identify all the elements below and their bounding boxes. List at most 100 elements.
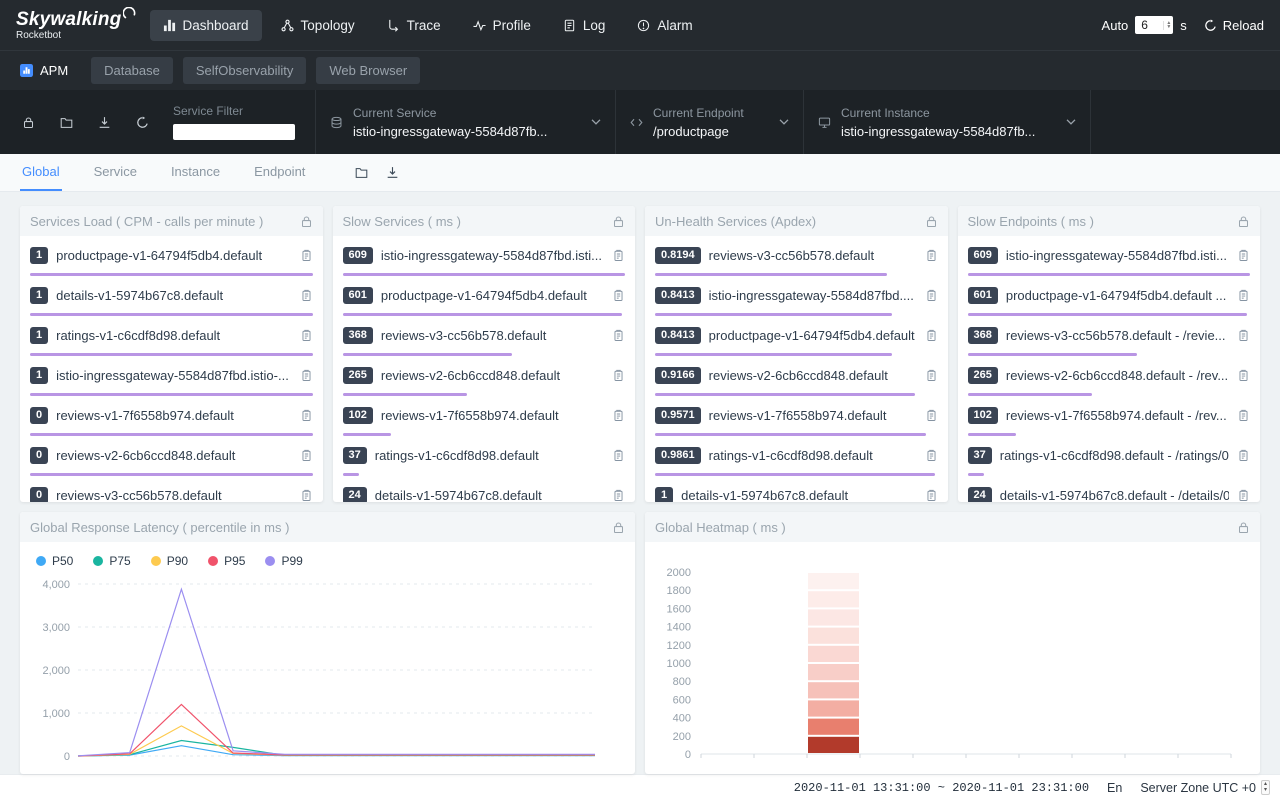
zone-stepper-icon[interactable]: ▴▾ — [1261, 780, 1270, 795]
scope-tab-global[interactable]: Global — [20, 154, 62, 191]
legend-p90[interactable]: P90 — [151, 554, 188, 568]
rank-item[interactable]: 609istio-ingressgateway-5584d87fbd.isti.… — [333, 236, 636, 276]
legend-p99[interactable]: P99 — [265, 554, 302, 568]
time-range-picker[interactable]: 2020-11-01 13:31:00 ~ 2020-11-01 23:31:0… — [794, 781, 1089, 795]
rank-item[interactable]: 0.9571reviews-v1-7f6558b974.default — [645, 396, 948, 436]
rank-item[interactable]: 368reviews-v3-cc56b578.default — [333, 316, 636, 356]
copy-icon[interactable] — [612, 409, 625, 422]
scope-tab-instance[interactable]: Instance — [169, 154, 222, 191]
rank-item[interactable]: 0reviews-v3-cc56b578.default — [20, 476, 323, 502]
rank-item[interactable]: 601productpage-v1-64794f5db4.default ... — [958, 276, 1261, 316]
lock-icon[interactable] — [1237, 521, 1250, 534]
copy-icon[interactable] — [300, 249, 313, 262]
rank-item[interactable]: 102reviews-v1-7f6558b974.default — [333, 396, 636, 436]
copy-icon[interactable] — [300, 369, 313, 382]
rank-item[interactable]: 0.9166reviews-v2-6cb6ccd848.default — [645, 356, 948, 396]
nav-item-log[interactable]: Log — [550, 10, 619, 41]
copy-icon[interactable] — [1237, 249, 1250, 262]
auto-refresh-input[interactable]: 6 ▲▼ — [1135, 16, 1173, 34]
nav-item-alarm[interactable]: Alarm — [624, 10, 705, 41]
scope-tab-service[interactable]: Service — [92, 154, 139, 191]
copy-icon[interactable] — [1237, 449, 1250, 462]
copy-icon[interactable] — [1237, 369, 1250, 382]
card-header: Slow Services ( ms ) — [333, 206, 636, 236]
legend-p95[interactable]: P95 — [208, 554, 245, 568]
rank-item[interactable]: 609istio-ingressgateway-5584d87fbd.isti.… — [958, 236, 1261, 276]
service-filter-input[interactable] — [173, 124, 295, 140]
rank-item[interactable]: 265reviews-v2-6cb6ccd848.default — [333, 356, 636, 396]
rank-item[interactable]: 102reviews-v1-7f6558b974.default - /rev.… — [958, 396, 1261, 436]
rank-item[interactable]: 0.8413productpage-v1-64794f5db4.default — [645, 316, 948, 356]
copy-icon[interactable] — [612, 289, 625, 302]
page-tab-web-browser[interactable]: Web Browser — [316, 57, 420, 84]
lock-icon[interactable] — [300, 215, 313, 228]
copy-icon[interactable] — [925, 409, 938, 422]
download-icon[interactable] — [98, 116, 111, 129]
nav-item-topology[interactable]: Topology — [268, 10, 368, 41]
rank-item[interactable]: 1productpage-v1-64794f5db4.default — [20, 236, 323, 276]
rank-item[interactable]: 1ratings-v1-c6cdf8d98.default — [20, 316, 323, 356]
rank-item[interactable]: 37ratings-v1-c6cdf8d98.default — [333, 436, 636, 476]
selector-current-endpoint[interactable]: Current Endpoint/productpage — [615, 90, 803, 154]
copy-icon[interactable] — [925, 249, 938, 262]
lock-icon[interactable] — [612, 521, 625, 534]
copy-icon[interactable] — [925, 489, 938, 502]
copy-icon[interactable] — [1237, 329, 1250, 342]
rank-item[interactable]: 0reviews-v1-7f6558b974.default — [20, 396, 323, 436]
rank-item[interactable]: 368reviews-v3-cc56b578.default - /revie.… — [958, 316, 1261, 356]
rank-item[interactable]: 0.8413istio-ingressgateway-5584d87fbd...… — [645, 276, 948, 316]
copy-icon[interactable] — [612, 369, 625, 382]
copy-icon[interactable] — [300, 409, 313, 422]
rank-item[interactable]: 24details-v1-5974b67c8.default - /detail… — [958, 476, 1261, 502]
copy-icon[interactable] — [612, 329, 625, 342]
reload-button[interactable]: Reload — [1204, 18, 1264, 33]
rank-item[interactable]: 1istio-ingressgateway-5584d87fbd.istio-.… — [20, 356, 323, 396]
download-icon[interactable] — [386, 166, 399, 179]
copy-icon[interactable] — [300, 449, 313, 462]
copy-icon[interactable] — [925, 289, 938, 302]
copy-icon[interactable] — [300, 289, 313, 302]
copy-icon[interactable] — [1237, 289, 1250, 302]
refresh-icon[interactable] — [136, 116, 149, 129]
lock-icon[interactable] — [1237, 215, 1250, 228]
rank-item[interactable]: 1details-v1-5974b67c8.default — [20, 276, 323, 316]
language-toggle[interactable]: En — [1107, 781, 1122, 795]
scope-tab-endpoint[interactable]: Endpoint — [252, 154, 307, 191]
copy-icon[interactable] — [300, 489, 313, 502]
page-tab-selfobservability[interactable]: SelfObservability — [183, 57, 307, 84]
rank-item[interactable]: 265reviews-v2-6cb6ccd848.default - /rev.… — [958, 356, 1261, 396]
rank-item[interactable]: 1details-v1-5974b67c8.default — [645, 476, 948, 502]
nav-item-profile[interactable]: Profile — [460, 10, 544, 41]
copy-icon[interactable] — [1237, 409, 1250, 422]
copy-icon[interactable] — [612, 449, 625, 462]
logo[interactable]: Skywalking Rocketbot — [16, 10, 122, 41]
rank-item[interactable]: 37ratings-v1-c6cdf8d98.default - /rating… — [958, 436, 1261, 476]
page-tab-database[interactable]: Database — [91, 57, 173, 84]
folder-icon[interactable] — [355, 166, 368, 179]
rank-item[interactable]: 0.9861ratings-v1-c6cdf8d98.default — [645, 436, 948, 476]
lock-icon[interactable] — [925, 215, 938, 228]
nav-item-dashboard[interactable]: Dashboard — [150, 10, 262, 41]
copy-icon[interactable] — [300, 329, 313, 342]
rank-item[interactable]: 0reviews-v2-6cb6ccd848.default — [20, 436, 323, 476]
copy-icon[interactable] — [612, 489, 625, 502]
rank-item[interactable]: 24details-v1-5974b67c8.default — [333, 476, 636, 502]
selector-current-service[interactable]: Current Serviceistio-ingressgateway-5584… — [315, 90, 615, 154]
legend-p75[interactable]: P75 — [93, 554, 130, 568]
legend-p50[interactable]: P50 — [36, 554, 73, 568]
rank-item[interactable]: 601productpage-v1-64794f5db4.default — [333, 276, 636, 316]
lock-icon[interactable] — [22, 116, 35, 129]
copy-icon[interactable] — [1237, 489, 1250, 502]
nav-item-trace[interactable]: Trace — [374, 10, 454, 41]
folder-icon[interactable] — [60, 116, 73, 129]
copy-icon[interactable] — [925, 369, 938, 382]
selector-current-instance[interactable]: Current Instanceistio-ingressgateway-558… — [803, 90, 1091, 154]
rank-item[interactable]: 0.8194reviews-v3-cc56b578.default — [645, 236, 948, 276]
lock-icon[interactable] — [612, 215, 625, 228]
server-zone-control[interactable]: Server Zone UTC +0 ▴▾ — [1140, 780, 1270, 795]
copy-icon[interactable] — [925, 329, 938, 342]
spinner-arrows-icon[interactable]: ▲▼ — [1163, 21, 1171, 30]
copy-icon[interactable] — [925, 449, 938, 462]
page-tab-apm[interactable]: APM — [16, 57, 81, 84]
copy-icon[interactable] — [612, 249, 625, 262]
